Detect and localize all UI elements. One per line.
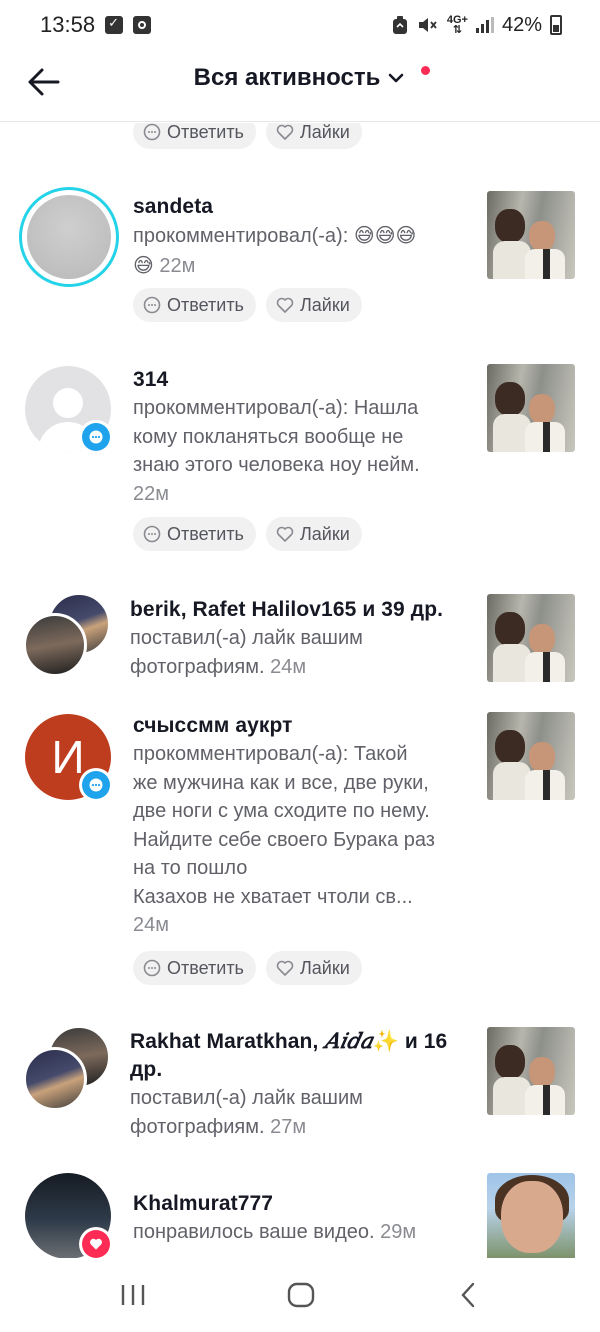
comment-icon — [89, 778, 103, 792]
post-thumbnail[interactable] — [487, 712, 575, 800]
avatar[interactable] — [23, 1047, 87, 1111]
timestamp: 29м — [380, 1221, 417, 1243]
status-time: 13:58 — [40, 12, 96, 37]
home-icon[interactable] — [281, 1280, 321, 1310]
recent-apps-icon[interactable] — [113, 1280, 153, 1310]
mute-icon — [418, 18, 437, 32]
post-thumbnail[interactable] — [487, 1027, 575, 1115]
username[interactable]: sandeta — [133, 193, 465, 221]
back-icon[interactable] — [449, 1280, 489, 1310]
post-thumbnail[interactable] — [487, 364, 575, 452]
like-button[interactable]: Лайки — [265, 123, 362, 149]
timestamp: 22м — [159, 254, 196, 277]
chevron-down-icon — [389, 73, 404, 83]
post-thumbnail[interactable] — [487, 191, 575, 279]
action-row: Ответить Лайки — [133, 951, 362, 985]
like-button[interactable]: Лайки — [265, 288, 362, 322]
reply-button[interactable]: Ответить — [133, 951, 256, 985]
timestamp: 27м — [270, 1115, 307, 1138]
battery-percent: 42% — [501, 13, 542, 36]
heart-icon — [276, 124, 294, 140]
signal-icon — [475, 17, 494, 33]
heart-icon — [89, 1238, 103, 1250]
post-thumbnail[interactable] — [487, 594, 575, 682]
notification-dot — [421, 66, 430, 75]
comment-icon — [143, 959, 161, 977]
avatar[interactable] — [19, 187, 119, 287]
like-button[interactable]: Лайки — [265, 951, 362, 985]
status-bar: 13:58 4G+⇅ 42% — [0, 0, 600, 50]
heart-icon — [276, 297, 294, 313]
reply-button[interactable]: Ответить — [133, 517, 256, 551]
comment-icon — [143, 123, 161, 141]
username[interactable]: berik, Rafet Halilov165 и 39 др. — [130, 596, 470, 624]
comment-badge — [79, 420, 113, 454]
reply-button[interactable]: Ответить — [133, 123, 256, 149]
comment-icon — [143, 525, 161, 543]
checkbox-icon — [105, 15, 124, 34]
like-button[interactable]: Лайки — [265, 517, 362, 551]
timestamp: 24м — [270, 655, 307, 678]
page-title: Вся активность — [193, 64, 381, 91]
network-indicator: 4G+ ⇅ — [446, 14, 468, 36]
username[interactable]: 314 — [133, 366, 465, 394]
action-row: Ответить Лайки — [133, 517, 362, 551]
username[interactable]: счыссмм аукрт — [133, 712, 465, 740]
activity-filter-dropdown[interactable]: Вся активность — [0, 64, 600, 92]
timestamp: 22м — [133, 482, 169, 505]
like-badge — [79, 1227, 113, 1258]
comment-badge — [79, 768, 113, 802]
comment-icon — [143, 296, 161, 314]
heart-icon — [276, 960, 294, 976]
reply-button[interactable]: Ответить — [133, 288, 256, 322]
comment-icon — [89, 430, 103, 444]
timestamp: 24м — [133, 914, 169, 936]
username[interactable]: Rakhat Maratkhan, 𝐴𝑖𝑑𝑎✨ и 16 — [130, 1027, 470, 1056]
recycle-icon — [392, 16, 407, 34]
battery-icon — [550, 15, 562, 35]
avatar[interactable] — [23, 613, 87, 677]
video-thumbnail[interactable] — [487, 1173, 575, 1258]
header: Вся активность — [0, 50, 600, 122]
action-row: Ответить Лайки — [133, 288, 362, 322]
action-row: Ответить Лайки — [133, 123, 362, 149]
camera-icon — [133, 16, 152, 34]
username[interactable]: Khalmurat777 — [133, 1190, 465, 1218]
activity-list[interactable]: Ответить Лайки sandeta прокомментировал(… — [0, 123, 600, 1258]
heart-icon — [276, 526, 294, 542]
system-navigation-bar — [0, 1258, 600, 1332]
